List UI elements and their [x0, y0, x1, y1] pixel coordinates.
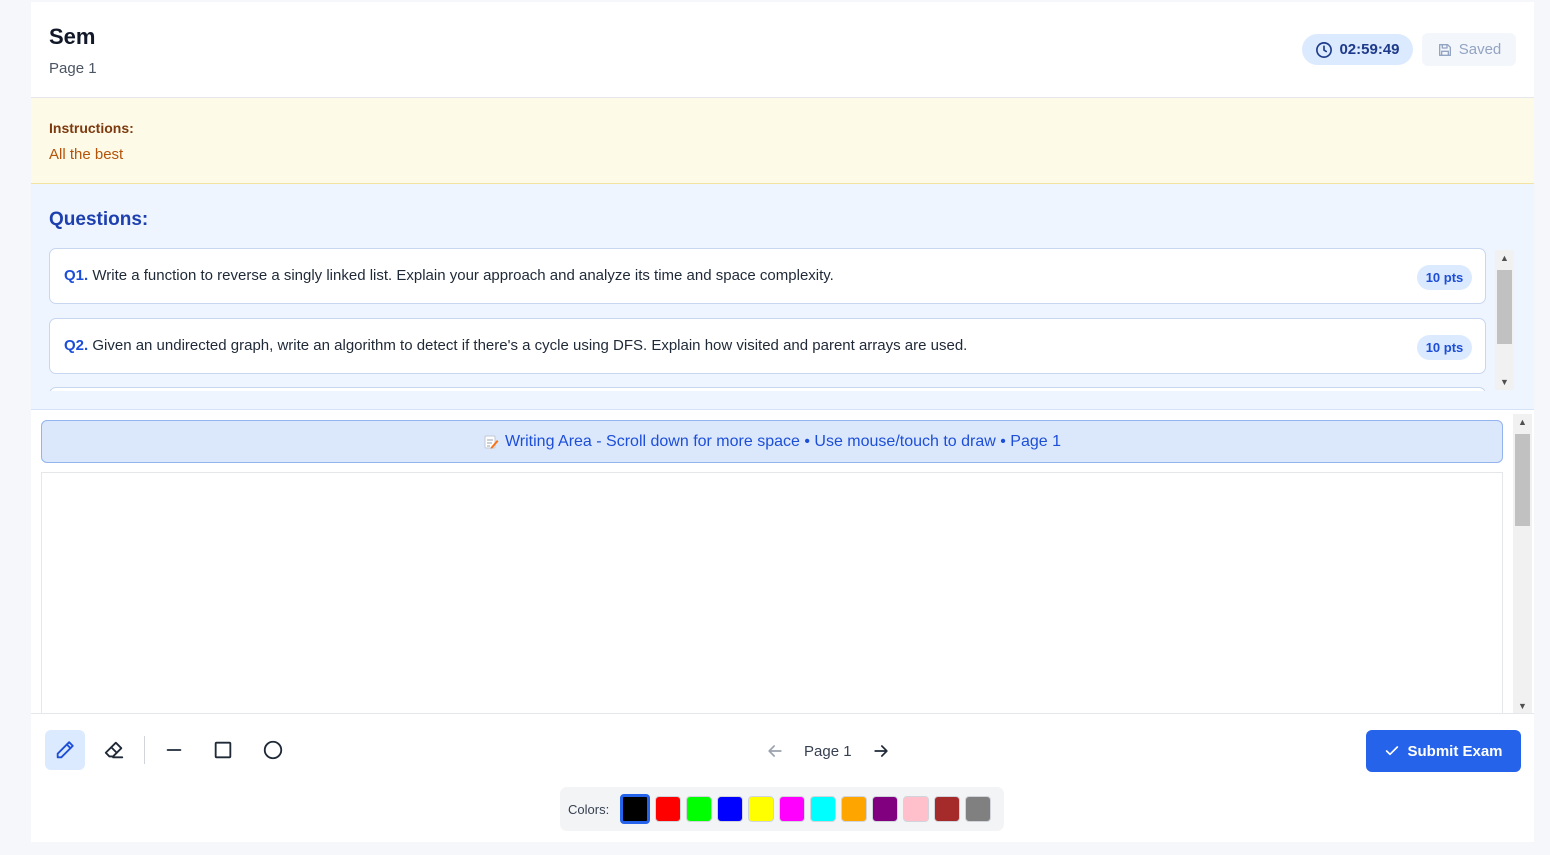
next-page-button[interactable]	[870, 740, 892, 762]
color-palette: Colors:	[560, 787, 1004, 831]
color-swatch[interactable]	[717, 796, 744, 822]
scrollbar-thumb[interactable]	[1497, 270, 1512, 344]
question-card	[49, 387, 1486, 391]
question-text: Q1. Write a function to reverse a singly…	[64, 267, 834, 284]
color-swatch[interactable]	[686, 796, 713, 822]
writing-scrollbar[interactable]: ▲ ▼	[1513, 414, 1532, 714]
color-swatch[interactable]	[655, 796, 682, 822]
points-badge: 10 pts	[1417, 265, 1472, 290]
question-body: Given an undirected graph, write an algo…	[88, 337, 968, 354]
toolbar-divider	[144, 736, 145, 764]
color-swatch[interactable]	[779, 796, 806, 822]
timer-badge: 02:59:49	[1302, 34, 1413, 65]
color-swatch[interactable]	[620, 794, 651, 824]
color-swatch[interactable]	[965, 796, 992, 822]
writing-area-banner-text: Writing Area - Scroll down for more spac…	[504, 432, 1062, 450]
eraser-tool-button[interactable]	[94, 730, 134, 770]
save-icon	[1438, 43, 1451, 56]
instructions-panel: Instructions: All the best	[31, 98, 1534, 184]
color-swatch[interactable]	[934, 796, 961, 822]
eraser-icon	[104, 741, 124, 759]
question-number: Q1.	[64, 267, 89, 284]
questions-panel: Questions: Q1. Write a function to rever…	[31, 184, 1534, 410]
saved-button[interactable]: Saved	[1422, 33, 1516, 66]
color-swatch[interactable]	[748, 796, 775, 822]
writing-area: Writing Area - Scroll down for more spac…	[31, 410, 1534, 714]
page-label: Page 1	[804, 742, 852, 760]
submit-exam-button[interactable]: Submit Exam	[1366, 730, 1521, 772]
points-badge: 10 pts	[1417, 335, 1472, 360]
drawing-canvas[interactable]	[41, 472, 1503, 714]
instructions-text: All the best	[49, 146, 124, 163]
clock-icon	[1316, 41, 1333, 58]
exam-header: Sem Page 1 02:59:49 Saved	[31, 2, 1534, 98]
arrow-right-icon	[873, 745, 888, 757]
scroll-down-arrow-icon[interactable]: ▼	[1513, 698, 1532, 714]
scroll-up-arrow-icon[interactable]: ▲	[1495, 250, 1514, 266]
memo-icon	[484, 435, 499, 449]
line-icon	[166, 749, 182, 751]
submit-exam-label: Submit Exam	[1407, 742, 1503, 760]
instructions-label: Instructions:	[49, 120, 134, 136]
pen-icon	[56, 741, 74, 759]
previous-page-button[interactable]	[764, 740, 786, 762]
color-swatch[interactable]	[810, 796, 837, 822]
rectangle-tool-button[interactable]	[203, 730, 243, 770]
scroll-down-arrow-icon[interactable]: ▼	[1495, 374, 1514, 390]
question-text: Q2. Given an undirected graph, write an …	[64, 337, 967, 354]
question-body: Write a function to reverse a singly lin…	[88, 267, 834, 284]
check-icon	[1386, 746, 1399, 756]
exam-title: Sem	[49, 24, 96, 49]
question-card: Q2. Given an undirected graph, write an …	[49, 318, 1486, 374]
colors-label: Colors:	[568, 801, 610, 817]
circle-tool-button[interactable]	[253, 730, 293, 770]
scrollbar-thumb[interactable]	[1515, 434, 1530, 526]
exam-app: Sem Page 1 02:59:49 Saved Instructions: …	[31, 2, 1534, 842]
writing-area-banner: Writing Area - Scroll down for more spac…	[41, 420, 1503, 463]
line-tool-button[interactable]	[154, 730, 194, 770]
saved-label: Saved	[1458, 41, 1502, 58]
timer-value: 02:59:49	[1339, 41, 1400, 58]
pen-tool-button[interactable]	[45, 730, 85, 770]
arrow-left-icon	[768, 745, 782, 757]
page-indicator: Page 1	[49, 60, 97, 77]
page-navigation: Page 1	[764, 739, 892, 763]
questions-heading: Questions:	[49, 209, 149, 230]
color-swatch[interactable]	[903, 796, 930, 822]
drawing-toolbar: Page 1 Submit Exam Colors:	[31, 713, 1534, 842]
color-swatch[interactable]	[872, 796, 899, 822]
questions-scrollbar[interactable]: ▲ ▼	[1495, 250, 1514, 390]
question-number: Q2.	[64, 337, 89, 354]
rectangle-icon	[214, 741, 232, 759]
color-swatch[interactable]	[841, 796, 868, 822]
scroll-up-arrow-icon[interactable]: ▲	[1513, 414, 1532, 430]
questions-list: Q1. Write a function to reverse a singly…	[49, 248, 1486, 391]
circle-icon	[263, 740, 283, 760]
question-card: Q1. Write a function to reverse a singly…	[49, 248, 1486, 304]
